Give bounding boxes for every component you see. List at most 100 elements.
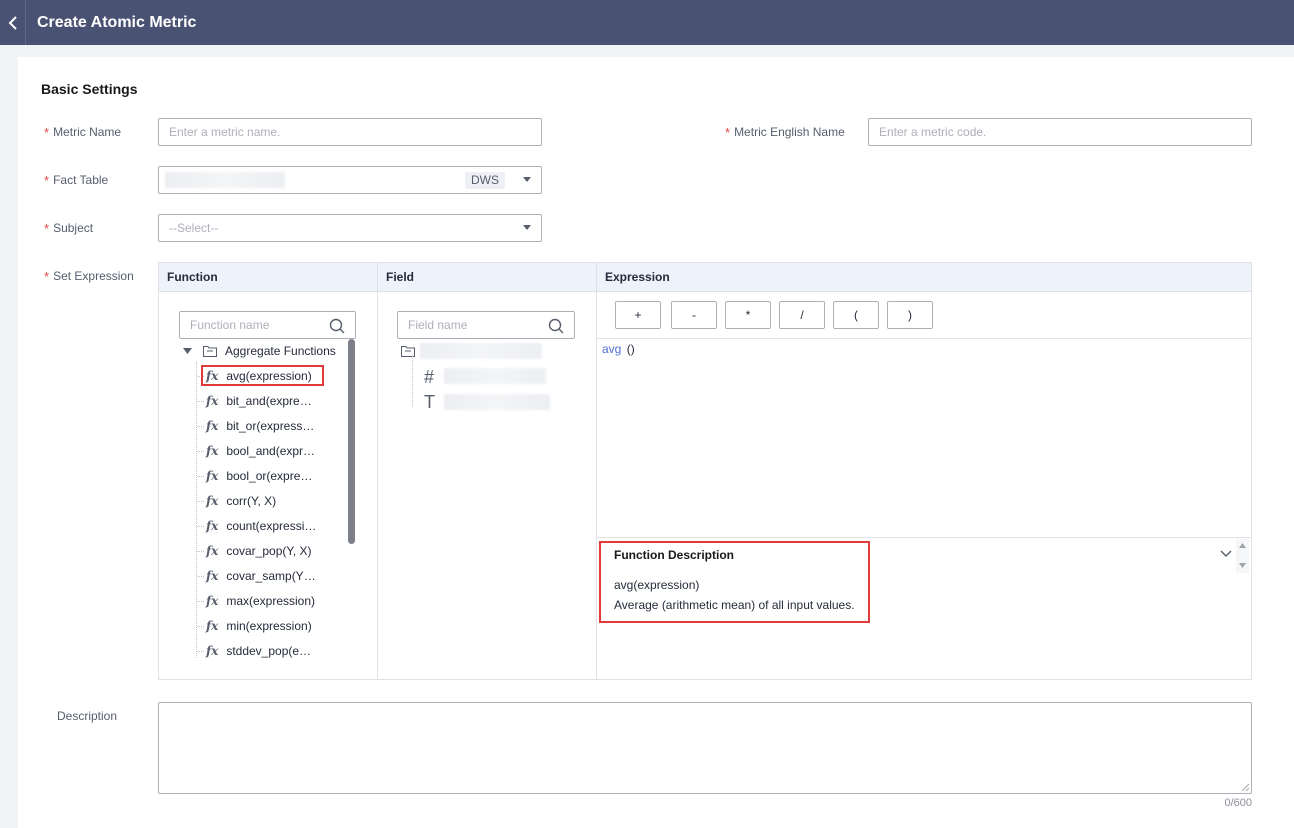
function-icon: fx — [206, 619, 219, 633]
divider — [597, 537, 1251, 538]
function-icon: fx — [206, 444, 219, 458]
function-item[interactable]: fx bool_and(expr… — [197, 440, 316, 462]
description-label: Description — [57, 709, 118, 723]
redacted-value — [165, 172, 285, 188]
function-item[interactable]: fx bool_or(expre… — [197, 465, 313, 487]
tree-guide — [412, 355, 413, 407]
metric-name-input[interactable]: Enter a metric name. — [158, 118, 542, 146]
tree-guide — [197, 651, 204, 652]
redacted-table-name — [420, 343, 542, 359]
function-item[interactable]: fx corr(Y, X) — [197, 490, 276, 512]
redacted-field-name — [444, 394, 550, 410]
field-column-header: Field — [378, 263, 596, 291]
tree-guide — [197, 426, 204, 427]
description-scrollbar[interactable] — [1236, 539, 1249, 573]
function-item-label: bit_or(express… — [226, 419, 315, 433]
operator-divide-button[interactable]: / — [779, 301, 825, 329]
function-item-label: bit_and(expre… — [226, 394, 312, 408]
operator-multiply-button[interactable]: * — [725, 301, 771, 329]
tree-guide — [197, 551, 204, 552]
scroll-down-icon[interactable] — [1239, 563, 1246, 568]
tree-guide — [197, 501, 204, 502]
expression-args: () — [626, 342, 635, 356]
caret-down-icon[interactable] — [183, 347, 192, 355]
description-textarea[interactable] — [158, 702, 1252, 794]
function-icon: fx — [206, 519, 219, 533]
function-icon: fx — [206, 569, 219, 583]
expression-text-area[interactable]: avg () — [602, 342, 635, 356]
operator-close-paren-button[interactable]: ) — [887, 301, 933, 329]
function-item-label: count(expressi… — [226, 519, 317, 533]
redacted-field-name — [444, 368, 546, 384]
function-icon: fx — [206, 419, 219, 433]
character-counter: 0/600 — [1224, 797, 1252, 809]
field-item[interactable]: # — [424, 366, 434, 388]
tree-guide — [197, 576, 204, 577]
required-mark: * — [44, 124, 50, 140]
function-item[interactable]: fx max(expression) — [197, 590, 315, 612]
search-icon[interactable] — [548, 318, 564, 334]
function-item[interactable]: fx stddev_pop(e… — [197, 640, 311, 662]
function-icon: fx — [206, 469, 219, 483]
chevron-down-icon[interactable] — [1220, 549, 1232, 559]
function-item[interactable]: fx count(expressi… — [197, 515, 317, 537]
text-type-icon: T — [424, 391, 435, 412]
tree-guide — [197, 451, 204, 452]
function-item-label: covar_pop(Y, X) — [226, 544, 312, 558]
subject-select[interactable]: --Select-- — [158, 214, 542, 242]
section-title: Basic Settings — [41, 81, 138, 97]
divider — [597, 338, 1251, 339]
operator-minus-button[interactable]: - — [671, 301, 717, 329]
function-signature: avg(expression) — [614, 578, 700, 592]
function-item-label: min(expression) — [226, 619, 312, 633]
required-mark: * — [44, 220, 50, 236]
function-item[interactable]: fx min(expression) — [197, 615, 312, 637]
field-search-input[interactable]: Field name — [397, 311, 575, 339]
function-item[interactable]: fx bit_and(expre… — [197, 390, 312, 412]
tree-guide — [197, 526, 204, 527]
subject-label: * Subject — [44, 220, 94, 236]
function-list-scrollbar[interactable] — [348, 339, 355, 544]
required-mark: * — [44, 172, 50, 188]
function-group-aggregate[interactable]: Aggregate Functions — [183, 340, 336, 362]
function-description-text: Average (arithmetic mean) of all input v… — [614, 598, 855, 612]
operator-plus-button[interactable]: + — [615, 301, 661, 329]
search-icon[interactable] — [329, 318, 345, 334]
function-item-label: bool_and(expr… — [226, 444, 316, 458]
function-item[interactable]: fx covar_samp(Y… — [197, 565, 316, 587]
function-description-title: Function Description — [614, 548, 734, 562]
scroll-up-icon[interactable] — [1239, 543, 1246, 548]
function-item-label: covar_samp(Y… — [226, 569, 316, 583]
expression-function: avg — [602, 342, 622, 356]
chevron-left-icon — [8, 15, 17, 30]
operator-open-paren-button[interactable]: ( — [833, 301, 879, 329]
function-search-input[interactable]: Function name — [179, 311, 356, 339]
divider — [596, 263, 597, 679]
function-item-label: bool_or(expre… — [226, 469, 313, 483]
number-type-icon: # — [424, 366, 435, 387]
tree-guide — [197, 401, 204, 402]
function-icon: fx — [206, 644, 219, 658]
folder-icon — [203, 346, 217, 357]
chevron-down-icon — [523, 225, 531, 230]
function-item[interactable]: fx covar_pop(Y, X) — [197, 540, 312, 562]
set-expression-label: * Set Expression — [44, 268, 134, 284]
tree-guide — [197, 626, 204, 627]
datasource-tag: DWS — [465, 172, 505, 189]
page-title: Create Atomic Metric — [37, 13, 197, 31]
field-item[interactable]: T — [424, 391, 435, 413]
divider — [377, 263, 378, 679]
expression-column-header: Expression — [597, 263, 1251, 291]
function-item[interactable]: fx bit_or(express… — [197, 415, 315, 437]
resize-handle-icon[interactable] — [1241, 783, 1249, 791]
back-button[interactable] — [0, 0, 26, 45]
tree-guide — [196, 362, 197, 658]
function-icon: fx — [206, 594, 219, 608]
required-mark: * — [44, 268, 50, 284]
metric-english-name-label: * Metric English Name — [725, 124, 845, 140]
fact-table-select[interactable]: DWS — [158, 166, 542, 194]
metric-english-name-input[interactable]: Enter a metric code. — [868, 118, 1252, 146]
fact-table-label: * Fact Table — [44, 172, 109, 188]
page-header: Create Atomic Metric — [0, 0, 1294, 45]
tree-guide — [197, 476, 204, 477]
